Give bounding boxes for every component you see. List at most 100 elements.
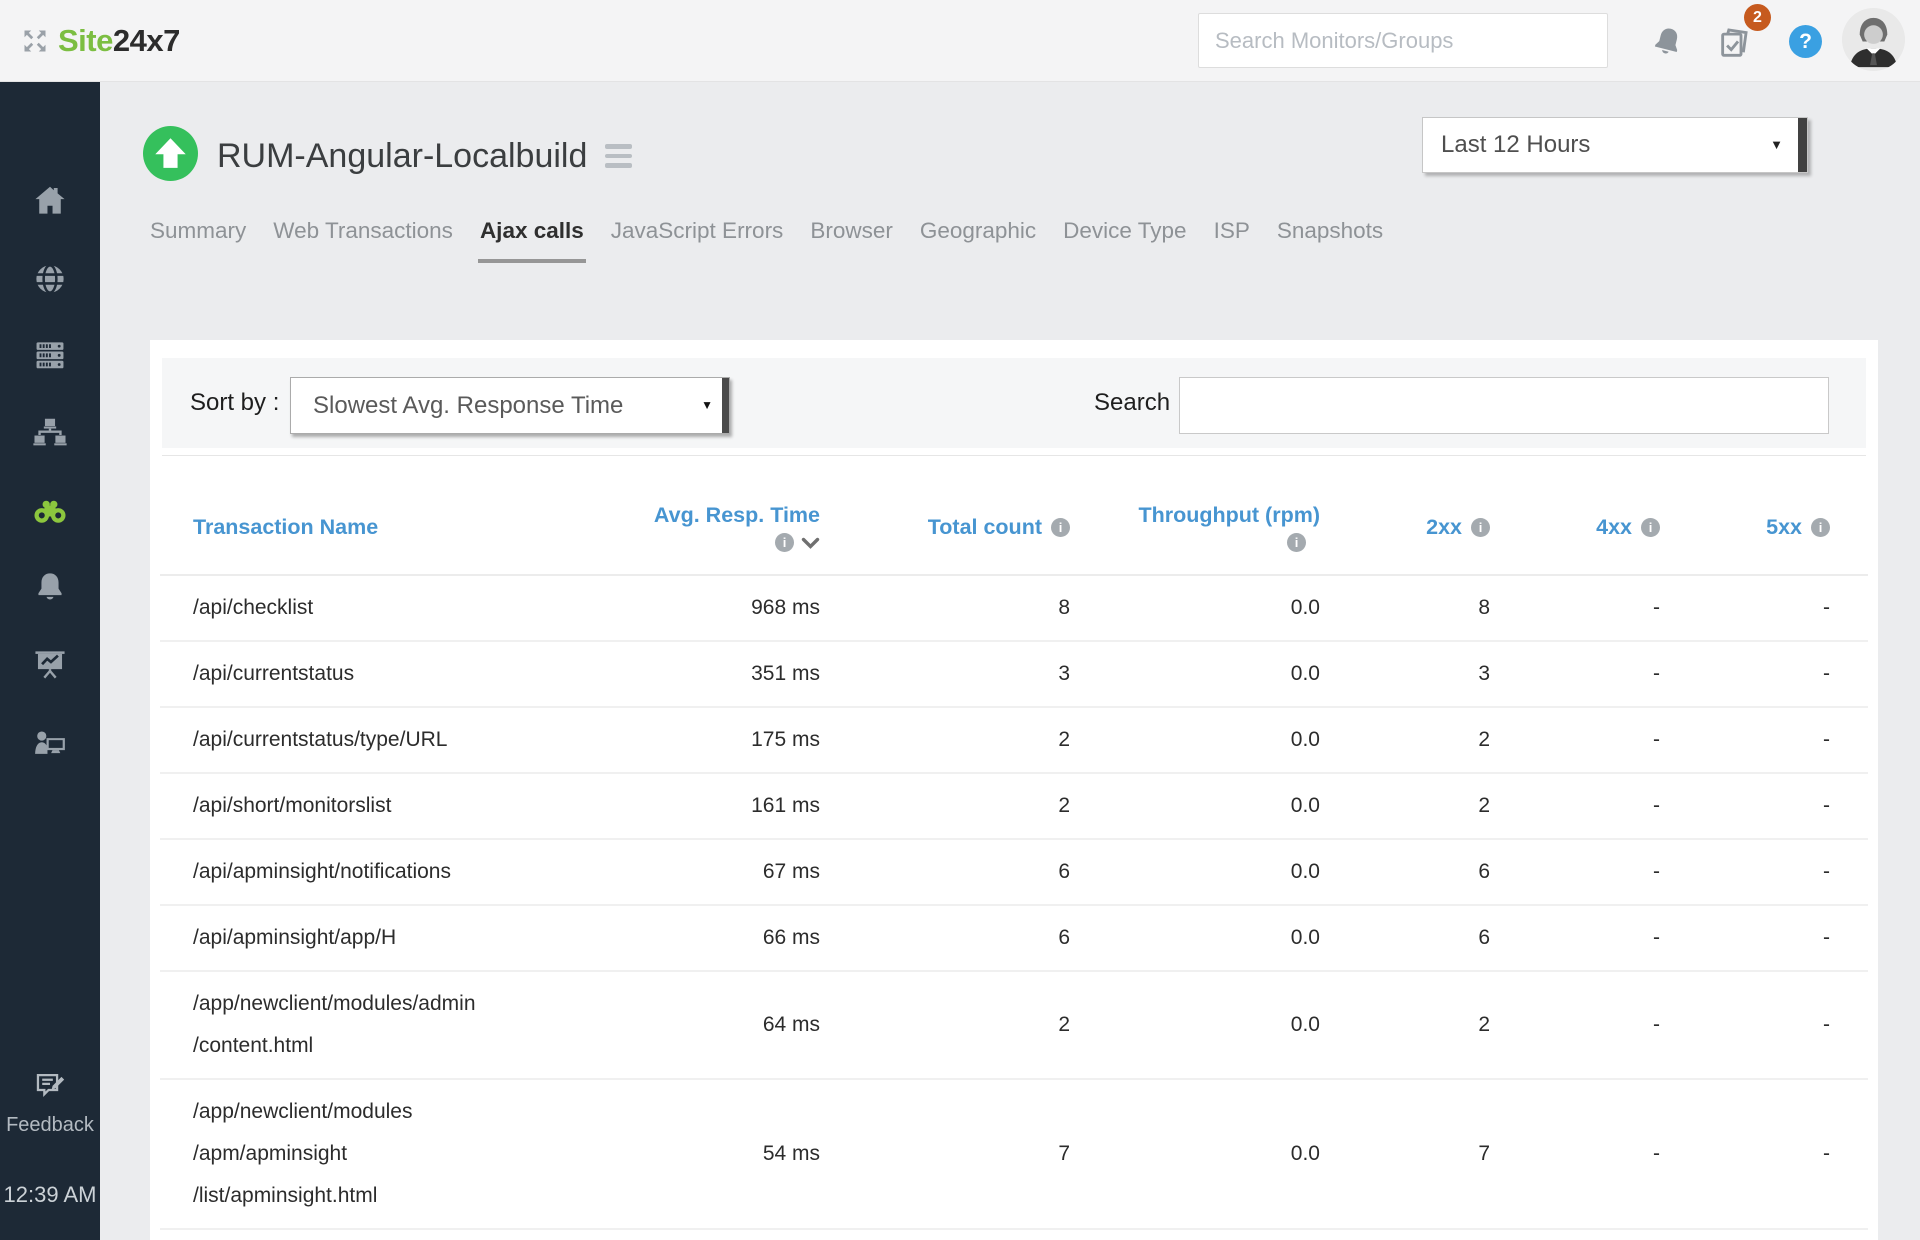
app-logo: Site24x7 xyxy=(58,0,180,82)
tab-summary[interactable]: Summary xyxy=(148,218,248,263)
2xx-cell: 6 xyxy=(1320,839,1490,906)
4xx-cell: - xyxy=(1490,971,1660,1080)
avg-resp-time-cell: 67 ms xyxy=(630,839,820,906)
help-icon[interactable]: ? xyxy=(1789,25,1822,58)
avg-resp-time-cell: 351 ms xyxy=(630,641,820,708)
sort-by-select[interactable]: Slowest Avg. Response Time ▼ xyxy=(290,377,730,434)
user-workstation-icon[interactable] xyxy=(31,724,69,762)
column-avg-resp-time[interactable]: Avg. Resp. Time i xyxy=(630,480,820,576)
tab-javascript-errors[interactable]: JavaScript Errors xyxy=(609,218,786,263)
throughput-cell: 0.0 xyxy=(1070,641,1320,708)
info-icon[interactable]: i xyxy=(775,533,794,552)
info-icon[interactable]: i xyxy=(1811,517,1830,537)
throughput-cell: 0.0 xyxy=(1070,971,1320,1080)
throughput-cell: 0.0 xyxy=(1070,707,1320,774)
transaction-name-cell[interactable]: /api/currentstatus/type/URL xyxy=(160,707,630,774)
column-5xx[interactable]: 5xx i xyxy=(1660,480,1868,576)
transaction-name-cell[interactable]: /api/short/monitorslist xyxy=(160,773,630,840)
table-row: /app/newclient/modules/admin/content.htm… xyxy=(160,971,1868,1080)
5xx-cell: - xyxy=(1660,971,1868,1080)
transaction-name-cell[interactable]: /app/newclient/modules xyxy=(160,1229,630,1240)
column-total-count[interactable]: Total count i xyxy=(820,480,1070,576)
transaction-name-cell[interactable]: /api/checklist xyxy=(160,575,630,642)
avg-resp-time-cell: 54 ms xyxy=(630,1079,820,1230)
table-header-row: Transaction Name Avg. Resp. Time i Total… xyxy=(160,480,1868,576)
total-count-cell: 6 xyxy=(820,905,1070,972)
alarm-bell-icon[interactable] xyxy=(1649,24,1686,66)
time-range-value: Last 12 Hours xyxy=(1441,131,1591,158)
tab-browser[interactable]: Browser xyxy=(808,218,895,263)
table-row: /app/newclient/modules xyxy=(160,1229,1868,1240)
info-icon[interactable]: i xyxy=(1287,533,1306,552)
transaction-name-cell[interactable]: /api/apminsight/notifications xyxy=(160,839,630,906)
tasks-checklist-icon[interactable] xyxy=(1716,24,1754,67)
avg-resp-time-cell: 161 ms xyxy=(630,773,820,840)
info-icon[interactable]: i xyxy=(1641,517,1660,537)
clock: 12:39 AM xyxy=(3,1182,97,1207)
expand-arrows-icon[interactable] xyxy=(20,26,50,61)
5xx-cell: - xyxy=(1660,575,1868,642)
table-toolbar: Sort by : Slowest Avg. Response Time ▼ S… xyxy=(162,358,1866,448)
global-search-input[interactable] xyxy=(1198,13,1608,68)
table-search-input[interactable] xyxy=(1179,377,1829,434)
column-4xx[interactable]: 4xx i xyxy=(1490,480,1660,576)
globe-icon[interactable] xyxy=(31,260,69,298)
table-search-label: Search xyxy=(1094,389,1171,416)
throughput-cell: 0.0 xyxy=(1070,1079,1320,1230)
presentation-chart-icon[interactable] xyxy=(31,646,69,684)
2xx-cell: 3 xyxy=(1320,641,1490,708)
tab-device-type[interactable]: Device Type xyxy=(1061,218,1188,263)
throughput-cell xyxy=(1070,1229,1320,1240)
tab-isp[interactable]: ISP xyxy=(1212,218,1252,263)
home-icon[interactable] xyxy=(31,182,69,220)
4xx-cell: - xyxy=(1490,1079,1660,1230)
tab-geographic[interactable]: Geographic xyxy=(918,218,1038,263)
sort-desc-icon[interactable] xyxy=(801,537,820,549)
transaction-name-cell[interactable]: /app/newclient/modules/apm/apminsight/li… xyxy=(160,1079,630,1230)
servers-icon[interactable] xyxy=(31,336,69,374)
tab-ajax-calls[interactable]: Ajax calls xyxy=(477,218,586,263)
table-row: /api/currentstatus 351 ms 3 0.0 3- - xyxy=(160,641,1868,708)
total-count-cell: 2 xyxy=(820,773,1070,840)
5xx-cell: - xyxy=(1660,773,1868,840)
monitor-header: RUM-Angular-Localbuild xyxy=(143,126,633,186)
chevron-down-icon: ▼ xyxy=(1770,137,1783,152)
total-count-cell: 6 xyxy=(820,839,1070,906)
ajax-calls-table: Transaction Name Avg. Resp. Time i Total… xyxy=(160,480,1868,1240)
left-sidebar: Feedback 12:39 AM xyxy=(0,82,100,1240)
tab-web-transactions[interactable]: Web Transactions xyxy=(271,218,455,263)
column-2xx[interactable]: 2xx i xyxy=(1320,480,1490,576)
tab-snapshots[interactable]: Snapshots xyxy=(1275,218,1385,263)
time-range-select[interactable]: Last 12 Hours ▼ xyxy=(1422,117,1808,173)
4xx-cell xyxy=(1490,1229,1660,1240)
avg-resp-time-cell: 64 ms xyxy=(630,971,820,1080)
table-row: /api/currentstatus/type/URL 175 ms 2 0.0 2- - xyxy=(160,707,1868,774)
transaction-name-cell[interactable]: /api/currentstatus xyxy=(160,641,630,708)
2xx-cell: 2 xyxy=(1320,707,1490,774)
info-icon[interactable]: i xyxy=(1471,517,1490,537)
5xx-cell: - xyxy=(1660,839,1868,906)
column-throughput[interactable]: Throughput (rpm) i xyxy=(1070,480,1320,576)
column-transaction-name[interactable]: Transaction Name xyxy=(160,480,630,576)
toolbar-divider xyxy=(162,455,1866,456)
feedback-button[interactable]: Feedback xyxy=(0,1114,100,1137)
4xx-cell: - xyxy=(1490,839,1660,906)
transaction-name-cell[interactable]: /api/apminsight/app/H xyxy=(160,905,630,972)
bell-icon[interactable] xyxy=(31,569,69,607)
binoculars-icon[interactable] xyxy=(31,492,69,530)
4xx-cell: - xyxy=(1490,575,1660,642)
throughput-cell: 0.0 xyxy=(1070,839,1320,906)
total-count-cell: 2 xyxy=(820,707,1070,774)
sort-by-label: Sort by : xyxy=(190,389,280,416)
2xx-cell: 7 xyxy=(1320,1079,1490,1230)
top-header: Site24x7 2 ? xyxy=(0,0,1920,82)
info-icon[interactable]: i xyxy=(1051,517,1070,537)
network-icon[interactable] xyxy=(31,414,69,452)
monitor-menu-icon[interactable] xyxy=(605,144,633,168)
notification-badge[interactable]: 2 xyxy=(1744,4,1771,31)
table-row: /api/apminsight/notifications 67 ms 6 0.0 6-… xyxy=(160,839,1868,906)
transaction-name-cell[interactable]: /app/newclient/modules/admin/content.htm… xyxy=(160,971,630,1080)
feedback-icon[interactable] xyxy=(33,1068,71,1106)
user-avatar[interactable] xyxy=(1842,8,1905,71)
5xx-cell: - xyxy=(1660,905,1868,972)
